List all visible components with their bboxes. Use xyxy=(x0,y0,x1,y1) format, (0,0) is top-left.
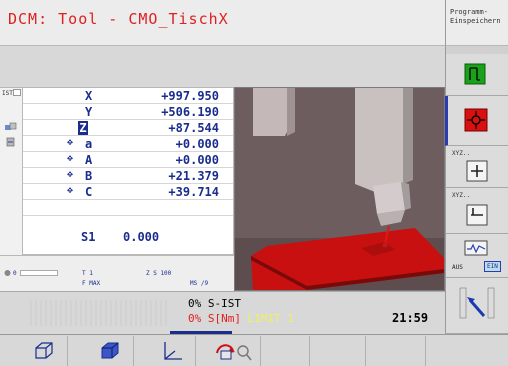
torque-label: S[Nm] xyxy=(207,312,241,325)
wireframe-cube-icon xyxy=(34,342,53,359)
red-mode-icon xyxy=(464,108,488,132)
position-display: X +997.950 Y +506.190 Z +87.544 ✥ a +0.0… xyxy=(22,87,234,255)
tool-number: T 1 xyxy=(82,270,93,277)
status-counter: 0 xyxy=(13,270,17,277)
softkey-solid-view[interactable] xyxy=(86,336,134,366)
softkey-axes[interactable] xyxy=(148,336,196,366)
plus-icon xyxy=(466,160,488,182)
spindle-value: 0.000 xyxy=(123,230,160,244)
softkey-empty-3[interactable] xyxy=(378,336,426,366)
axis-row-empty-1 xyxy=(23,200,233,216)
spindle-override-row: 0% S-IST xyxy=(188,297,241,310)
tool-z-speed: Z S 100 xyxy=(146,270,172,277)
axis-row-y: Y +506.190 xyxy=(23,104,233,120)
status-icon xyxy=(4,270,11,276)
axis-name: C xyxy=(85,185,93,199)
rotate-zoom-icon xyxy=(215,344,252,361)
axis-name-selected: Z xyxy=(78,121,88,135)
green-mode-icon xyxy=(464,63,486,85)
softkey-empty-4[interactable] xyxy=(440,336,506,366)
axis-row-c: ✥ C +39.714 xyxy=(23,184,233,200)
xyz-label: XYZ.. xyxy=(452,150,471,157)
softkey-rotate-view[interactable] xyxy=(205,336,261,366)
right-softkey-spacer xyxy=(445,46,508,54)
ist-label: IST xyxy=(2,90,13,97)
aus-label: AUS xyxy=(452,264,463,271)
override-bargraph xyxy=(30,300,170,326)
axis-name: B xyxy=(85,169,93,183)
axis-value: +21.379 xyxy=(168,169,219,183)
override-status-bar: 0% S-IST 0% S[Nm] LIMIT 1 21:59 xyxy=(0,291,445,334)
page-title: DCM: Tool - CMO_TischX xyxy=(8,10,229,28)
program-save-label: Programm- Einspeichern xyxy=(450,8,501,25)
ist-checkbox[interactable] xyxy=(13,89,21,96)
softkey-red[interactable] xyxy=(445,96,508,146)
axis-row-z: Z +87.544 xyxy=(23,120,233,136)
softkey-arrow[interactable] xyxy=(445,278,508,334)
solid-cube-icon xyxy=(101,342,118,359)
softkey-empty-1[interactable] xyxy=(262,336,310,366)
axis-marker: ✥ xyxy=(67,169,74,180)
feed-max: F MAX xyxy=(82,280,101,287)
axis-name: A xyxy=(85,153,93,167)
axis-row-x: X +997.950 xyxy=(23,88,233,104)
status-field xyxy=(20,270,58,276)
ms-indicator: MS /9 xyxy=(190,280,209,287)
axis-marker: ✥ xyxy=(67,153,74,164)
program-save-softkey[interactable]: Programm- Einspeichern xyxy=(445,0,508,46)
status-strip: 0 T 1 Z S 100 F MAX MS /9 xyxy=(0,255,234,291)
axis-value: +39.714 xyxy=(168,185,219,199)
axis-marker: ✥ xyxy=(67,185,74,196)
axis-marker: ✥ xyxy=(67,137,74,148)
axis-value: +506.190 xyxy=(161,105,219,119)
axis-name: X xyxy=(85,89,93,103)
spindle-label: S1 xyxy=(81,230,96,244)
spindle-override-pct: 0% xyxy=(188,297,202,310)
softkey-green[interactable] xyxy=(445,54,508,96)
ref-icon xyxy=(5,122,17,130)
torque-pct: 0% xyxy=(188,312,202,325)
axis-name: Y xyxy=(85,105,93,119)
ein-label: EIN xyxy=(484,261,501,272)
xyz-label: XYZ.. xyxy=(452,192,471,199)
axis-name: a xyxy=(85,137,93,151)
axis-value: +0.000 xyxy=(175,153,219,167)
axis-value: +997.950 xyxy=(161,89,219,103)
window-header: DCM: Tool - CMO_TischX xyxy=(0,0,445,46)
limit-label: LIMIT 1 xyxy=(247,312,294,325)
torque-row: 0% S[Nm] LIMIT 1 xyxy=(188,312,294,325)
softkey-empty-2[interactable] xyxy=(318,336,366,366)
axis-value: +0.000 xyxy=(175,137,219,151)
softkey-wireframe-view[interactable] xyxy=(20,336,68,366)
axis-row-a-lower: ✥ a +0.000 xyxy=(23,136,233,152)
axis-row-a: ✥ A +0.000 xyxy=(23,152,233,168)
tool-icon xyxy=(6,137,15,147)
spindle-ist-label: S-IST xyxy=(207,297,241,310)
left-strip: IST xyxy=(0,87,22,255)
upper-band xyxy=(0,46,445,87)
axis-row-b: ✥ B +21.379 xyxy=(23,168,233,184)
coordinate-axes-icon xyxy=(163,342,182,360)
spindle-row: S1 0.000 xyxy=(23,228,233,244)
axis-value: +87.544 xyxy=(168,121,219,135)
clock: 21:59 xyxy=(392,311,429,325)
diagonal-arrow-icon xyxy=(459,287,495,319)
minus-icon xyxy=(466,204,488,226)
waveform-icon xyxy=(464,240,488,256)
softkey-xyz-minus[interactable]: XYZ.. xyxy=(445,188,508,234)
collision-3d-view xyxy=(234,87,445,291)
softkey-aus-ein[interactable]: AUS EIN xyxy=(445,234,508,278)
softkey-xyz-plus[interactable]: XYZ.. xyxy=(445,146,508,188)
